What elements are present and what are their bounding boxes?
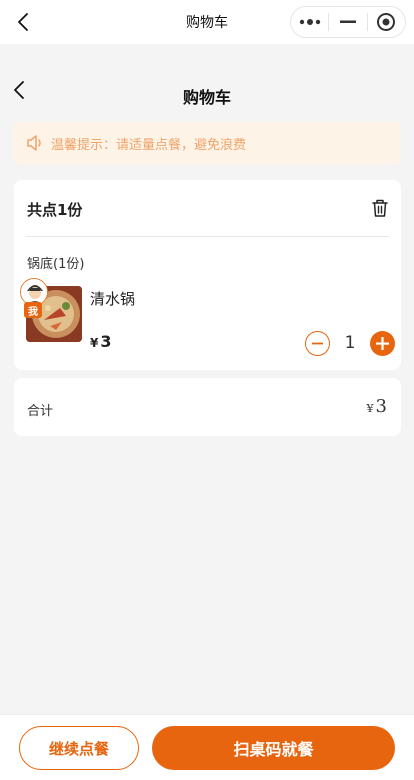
tip-notice: 温馨提示：请适量点餐，避免浪费: [13, 122, 401, 164]
more-dots-icon: [299, 19, 320, 25]
owner-badge: 我: [24, 302, 42, 318]
quantity-value: 1: [344, 333, 356, 353]
continue-ordering-button[interactable]: 继续点餐: [19, 726, 139, 770]
cart-count-label: 共点1份: [27, 201, 83, 219]
speaker-icon: [27, 135, 41, 151]
minimize-button[interactable]: [329, 7, 366, 37]
quantity-stepper: 1: [305, 330, 395, 356]
miniprogram-capsule: [290, 6, 406, 38]
trash-icon[interactable]: [371, 198, 389, 218]
page-title: 购物车: [182, 88, 231, 107]
currency-symbol: ¥: [90, 336, 99, 350]
close-miniprogram-button[interactable]: [368, 7, 405, 37]
top-nav-bar: 购物车: [0, 0, 414, 44]
currency-symbol: ¥: [366, 402, 374, 415]
increase-button[interactable]: [370, 330, 395, 356]
item-price-value: 3: [100, 332, 112, 351]
total-label: 合计: [27, 404, 54, 419]
item-price: ¥3: [90, 332, 112, 351]
item-group-label: 锅底(1份): [27, 257, 85, 272]
page-header: 购物车: [0, 44, 414, 114]
minus-icon: [312, 342, 323, 344]
tip-text: 温馨提示：请适量点餐，避免浪费: [51, 137, 247, 153]
item-image-wrap: 我: [20, 278, 82, 342]
decrease-button[interactable]: [305, 330, 330, 356]
total-amount: ¥3: [367, 396, 387, 417]
plus-icon: [376, 336, 389, 350]
top-nav-title: 购物车: [186, 15, 228, 31]
total-card: 合计 ¥3: [14, 378, 401, 436]
target-circle-icon: [377, 13, 396, 31]
cart-card: 共点1份 锅底(1份) 我 清水锅 ¥ 3 1: [14, 180, 401, 370]
total-value: 3: [375, 396, 387, 417]
scan-table-code-button[interactable]: 扫桌码就餐: [152, 726, 395, 770]
more-menu-button[interactable]: [291, 7, 328, 37]
item-name: 清水锅: [90, 290, 136, 308]
card-divider: [26, 236, 389, 237]
bottom-action-bar: 继续点餐 扫桌码就餐: [0, 714, 414, 780]
back-arrow-icon[interactable]: [14, 12, 34, 32]
minus-icon: [339, 20, 356, 23]
